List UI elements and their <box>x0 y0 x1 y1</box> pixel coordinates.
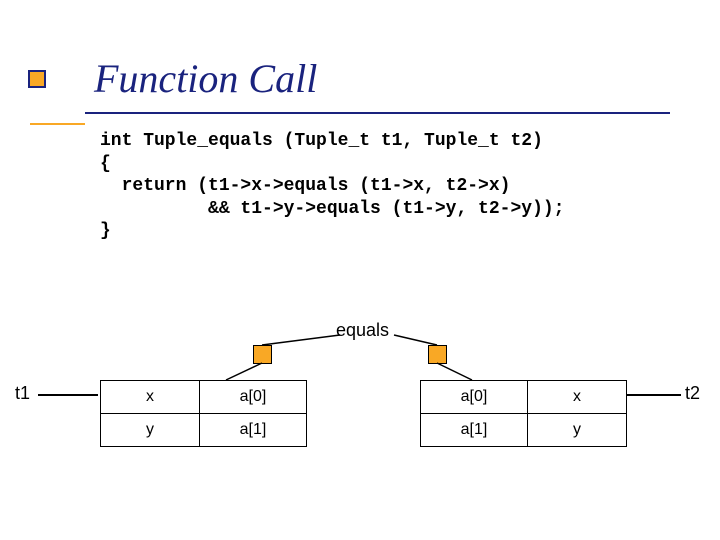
t1-pointer-line <box>38 394 98 396</box>
t2-pointer-line <box>626 394 681 396</box>
t1-pointer-label: t1 <box>15 383 30 404</box>
title-underline <box>30 112 670 114</box>
t2-field-0: x <box>528 381 627 414</box>
table-row: a[0] x <box>421 381 627 414</box>
table-row: x a[0] <box>101 381 307 414</box>
table-row: y a[1] <box>101 414 307 447</box>
equals-label: equals <box>336 320 389 341</box>
code-block: int Tuple_equals (Tuple_t t1, Tuple_t t2… <box>100 130 564 243</box>
slide-title: Function Call <box>94 55 317 102</box>
t2-value-0: a[0] <box>421 381 528 414</box>
table-row: a[1] y <box>421 414 627 447</box>
t2-table: a[0] x a[1] y <box>420 380 627 447</box>
t2-value-1: a[1] <box>421 414 528 447</box>
t2-field-1: y <box>528 414 627 447</box>
t1-value-0: a[0] <box>200 381 307 414</box>
t1-table: x a[0] y a[1] <box>100 380 307 447</box>
object-box-left <box>253 345 272 364</box>
t1-field-1: y <box>101 414 200 447</box>
t2-pointer-label: t2 <box>685 383 700 404</box>
object-box-right <box>428 345 447 364</box>
t1-value-1: a[1] <box>200 414 307 447</box>
t1-field-0: x <box>101 381 200 414</box>
title-bullet <box>30 72 44 86</box>
